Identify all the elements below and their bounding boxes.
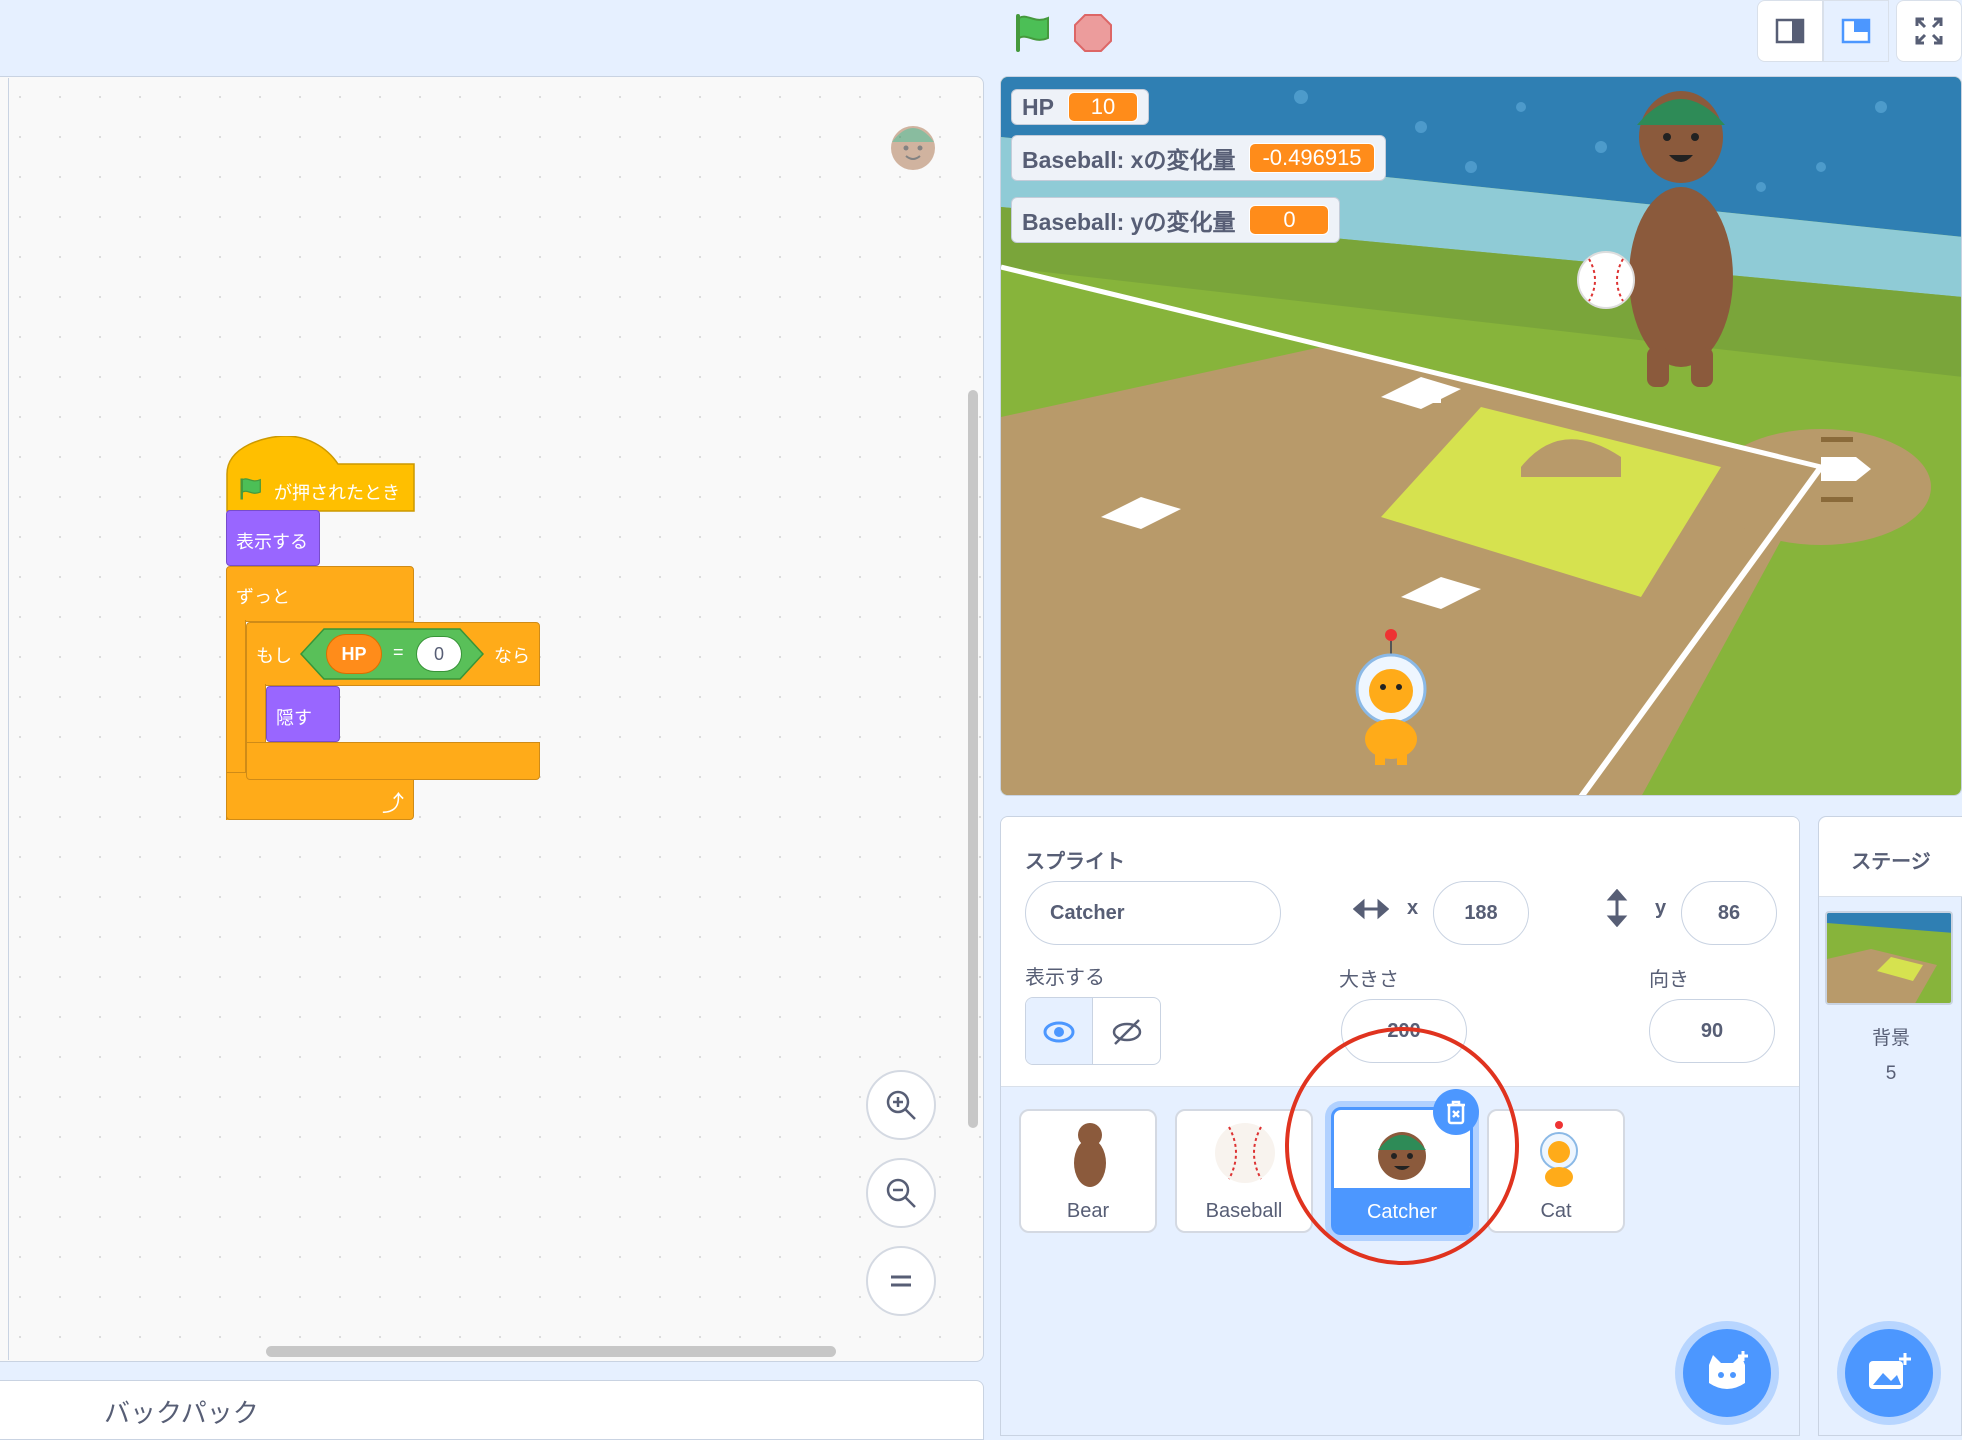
sprite-name: Bear	[1066, 1200, 1110, 1222]
eye-icon	[1043, 1021, 1075, 1043]
x-position-field[interactable]: 188	[1433, 881, 1529, 945]
add-sprite-button[interactable]	[1683, 1329, 1771, 1417]
stage-pane-header: ステージ	[1819, 817, 1962, 897]
backpack-label: バックパック	[104, 1398, 259, 1428]
green-flag-icon	[238, 476, 264, 507]
visibility-toggle	[1025, 997, 1161, 1065]
stage-pane[interactable]: ステージ 背景 5	[1818, 816, 1962, 1436]
equals-sign: =	[393, 642, 404, 662]
loop-arrow-icon: ⤴	[382, 791, 405, 816]
vertical-arrows-icon	[1605, 888, 1629, 932]
stop-icon[interactable]	[1072, 12, 1114, 54]
hp-monitor-value: 10	[1067, 92, 1138, 122]
backdrop-label: 背景	[1871, 1028, 1910, 1049]
backpack-panel[interactable]: バックパック	[0, 1380, 984, 1440]
add-backdrop-button[interactable]	[1845, 1329, 1933, 1417]
if-arm	[246, 684, 266, 744]
y-change-value: 0	[1249, 205, 1330, 235]
if-bottom	[246, 742, 540, 780]
highlight-circle-annotation	[1285, 1027, 1519, 1265]
cat-add-icon	[1709, 1351, 1748, 1389]
baseball-y-change-monitor[interactable]: Baseball: yの変化量 0	[1011, 197, 1341, 243]
hide-sprite-button[interactable]	[1093, 998, 1160, 1064]
size-label: 大きさ	[1339, 969, 1399, 991]
eye-slash-icon	[1112, 1019, 1141, 1045]
sprite-name-field[interactable]: Catcher	[1025, 881, 1281, 945]
vertical-scrollbar[interactable]	[968, 390, 978, 1128]
catcher-sprite[interactable]	[1591, 77, 1771, 397]
zoom-reset-button[interactable]	[866, 1246, 936, 1316]
baseball-x-change-monitor[interactable]: Baseball: xの変化量 -0.496915	[1011, 135, 1386, 181]
hide-block-label: 隠す	[276, 708, 312, 728]
compare-value-input[interactable]: 0	[416, 636, 462, 672]
stage-thumbnail[interactable]	[1825, 911, 1953, 1005]
zoom-out-icon	[886, 1178, 916, 1208]
image-add-icon	[1869, 1353, 1911, 1389]
x-change-value: -0.496915	[1249, 143, 1375, 173]
sprite-label: スプライト	[1025, 851, 1125, 873]
if-label: もし	[256, 646, 292, 666]
equals-icon	[891, 1275, 911, 1287]
baseball-sprite[interactable]	[1575, 249, 1637, 311]
hp-variable-reporter[interactable]: HP	[326, 634, 382, 674]
cat-thumbnail	[1540, 1121, 1578, 1187]
palette-edge	[8, 78, 9, 1360]
baseball-field-backdrop	[1001, 77, 1961, 795]
baseball-thumbnail	[1215, 1123, 1275, 1183]
visibility-label: 表示する	[1025, 967, 1105, 989]
backdrop-count: 5	[1885, 1063, 1897, 1084]
show-block-label: 表示する	[236, 532, 308, 552]
horizontal-scrollbar[interactable]	[266, 1346, 836, 1357]
forever-block-label: ずっと	[236, 587, 290, 607]
direction-field[interactable]: 90	[1649, 999, 1775, 1063]
zoom-in-icon	[886, 1090, 916, 1120]
zoom-in-button[interactable]	[866, 1070, 936, 1140]
small-stage-icon[interactable]	[1757, 0, 1823, 62]
y-position-field[interactable]: 86	[1681, 881, 1777, 945]
x-label: x	[1407, 897, 1419, 919]
zoom-out-button[interactable]	[866, 1158, 936, 1228]
script-stack[interactable]: が押されたとき 表示する ずっと ⤴ もし HP = 0 なら 隠す	[226, 436, 546, 820]
stage-title: ステージ	[1851, 851, 1931, 873]
stage-canvas[interactable]: HP 10 Baseball: xの変化量 -0.496915 Baseball…	[1000, 76, 1962, 796]
y-change-label: Baseball: yの変化量	[1022, 209, 1236, 235]
hp-monitor[interactable]: HP 10	[1011, 89, 1149, 125]
cat-sprite[interactable]	[1337, 629, 1457, 769]
bear-thumbnail	[1074, 1123, 1106, 1187]
x-change-label: Baseball: xの変化量	[1022, 147, 1236, 173]
fullscreen-icon[interactable]	[1896, 0, 1962, 62]
sprite-tile-bear[interactable]: Bear	[1019, 1109, 1157, 1233]
sprite-pane: スプライト Catcher x 188 y 86 表示する 大きさ 200 向き…	[1000, 816, 1800, 1436]
when-flag-clicked-label: が押されたとき	[274, 483, 400, 503]
direction-label: 向き	[1649, 969, 1689, 991]
hp-monitor-label: HP	[1022, 93, 1054, 120]
current-sprite-avatar	[884, 116, 942, 174]
horizontal-arrows-icon	[1352, 897, 1390, 926]
top-bar	[0, 0, 1962, 62]
then-label: なら	[494, 646, 530, 666]
backdrop-thumbnail	[1827, 913, 1951, 1003]
normal-stage-icon[interactable]	[1823, 0, 1889, 62]
show-sprite-button[interactable]	[1026, 998, 1093, 1064]
green-flag-icon[interactable]	[1012, 12, 1054, 54]
y-label: y	[1655, 897, 1667, 919]
